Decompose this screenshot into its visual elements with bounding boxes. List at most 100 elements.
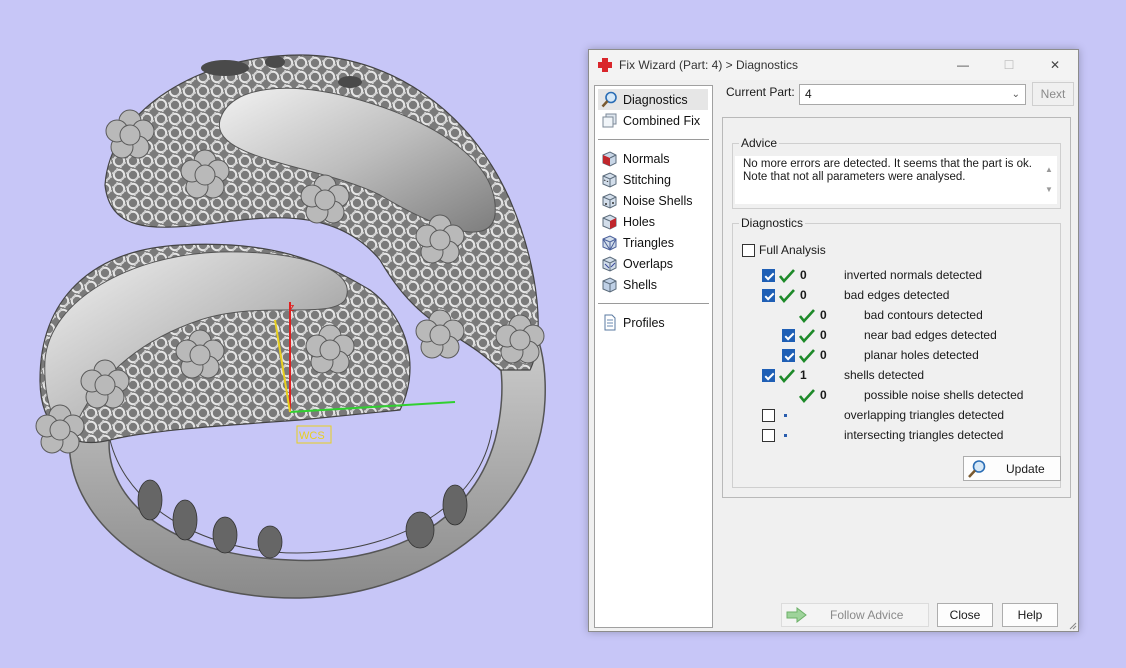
- magnifier-icon: [968, 459, 986, 478]
- maximize-button[interactable]: ☐: [986, 50, 1032, 80]
- nav-item-holes[interactable]: Holes: [595, 211, 712, 232]
- nav-item-shells[interactable]: Shells: [595, 274, 712, 295]
- profiles-document-icon: [604, 314, 616, 331]
- advice-line-1: No more errors are detected. It seems th…: [743, 158, 1032, 170]
- red-cross-app-icon: [598, 58, 612, 72]
- advice-line-2: Note that not all parameters were analys…: [743, 171, 966, 183]
- nav-item-label: Overlaps: [623, 256, 674, 271]
- diagnostic-label: possible noise shells detected: [864, 388, 1024, 402]
- minimize-button[interactable]: —: [940, 50, 986, 80]
- diagnostic-checkbox[interactable]: [762, 429, 775, 442]
- diagnostic-count: 0: [800, 288, 807, 302]
- checkmark-icon: [799, 389, 815, 404]
- nav-item-profiles[interactable]: Profiles: [595, 312, 712, 333]
- diagnostic-label: near bad edges detected: [864, 328, 997, 342]
- nav-item-triangles[interactable]: Triangles: [595, 232, 712, 253]
- diagnostic-label: overlapping triangles detected: [844, 408, 1005, 422]
- pending-dot-icon: [784, 414, 787, 417]
- noise-shells-cube-icon: [602, 193, 617, 209]
- diagnostic-row: 0 near bad edges detected: [733, 328, 1053, 344]
- next-button[interactable]: Next: [1032, 82, 1074, 106]
- overlaps-cube-icon: [602, 256, 617, 272]
- diagnostic-checkbox[interactable]: [762, 269, 775, 282]
- checkmark-icon: [799, 309, 815, 324]
- window-title: Fix Wizard (Part: 4) > Diagnostics: [619, 58, 799, 72]
- diagnostic-label: shells detected: [844, 368, 925, 382]
- triangles-cube-icon: [602, 235, 617, 251]
- close-button[interactable]: Close: [937, 603, 993, 627]
- diagnostic-label: bad contours detected: [864, 308, 983, 322]
- fix-wizard-dialog: Fix Wizard (Part: 4) > Diagnostics — ☐ ✕…: [588, 49, 1079, 632]
- diagnostic-label: inverted normals detected: [844, 268, 983, 282]
- pending-dot-icon: [784, 434, 787, 437]
- diagnostic-checkbox[interactable]: [762, 289, 775, 302]
- follow-advice-label: Follow Advice: [830, 608, 904, 622]
- follow-advice-button[interactable]: Follow Advice: [781, 603, 929, 627]
- checkmark-icon: [779, 289, 795, 304]
- checkmark-icon: [779, 369, 795, 384]
- nav-item-label: Normals: [623, 151, 670, 166]
- nav-item-label: Stitching: [623, 172, 671, 187]
- full-analysis-label: Full Analysis: [759, 243, 826, 257]
- arrow-right-icon: [786, 607, 807, 623]
- diagnostic-checkbox[interactable]: [762, 369, 775, 382]
- title-bar[interactable]: Fix Wizard (Part: 4) > Diagnostics — ☐ ✕: [589, 50, 1078, 80]
- diagnostic-row: 0 inverted normals detected: [733, 268, 1053, 284]
- close-window-button[interactable]: ✕: [1032, 50, 1078, 80]
- nav-item-diagnostics[interactable]: Diagnostics: [598, 89, 708, 110]
- diagnostic-row: 0 planar holes detected: [733, 348, 1053, 364]
- nav-separator: [598, 139, 709, 140]
- nav-item-label: Noise Shells: [623, 193, 693, 208]
- diagnostic-row: intersecting triangles detected: [733, 428, 1053, 444]
- diagnostic-count: 0: [820, 308, 827, 322]
- checkmark-icon: [799, 329, 815, 344]
- diagnostics-panel: Advice No more errors are detected. It s…: [722, 117, 1071, 498]
- current-part-label: Current Part:: [726, 85, 795, 99]
- nav-item-stitching[interactable]: Stitching: [595, 169, 712, 190]
- diagnostic-row: 0 bad contours detected: [733, 308, 1053, 324]
- update-button-label: Update: [1006, 461, 1045, 476]
- advice-text-box[interactable]: No more errors are detected. It seems th…: [735, 156, 1057, 204]
- nav-item-combined-fix[interactable]: Combined Fix: [595, 110, 712, 131]
- diagnostic-count: 1: [800, 368, 807, 382]
- nav-item-label: Diagnostics: [623, 92, 688, 107]
- shells-cube-icon: [602, 277, 617, 293]
- z-axis-label: z: [289, 302, 295, 314]
- help-button[interactable]: Help: [1002, 603, 1058, 627]
- 3d-viewport[interactable]: z WCS: [0, 0, 586, 668]
- nav-item-label: Holes: [623, 214, 655, 229]
- diagnostics-group: Diagnostics Full Analysis 0 inverted norm…: [732, 216, 1061, 488]
- diagnostic-label: bad edges detected: [844, 288, 950, 302]
- resize-grip-icon[interactable]: [1067, 620, 1077, 630]
- nav-item-label: Triangles: [623, 235, 674, 250]
- nav-item-normals[interactable]: Normals: [595, 148, 712, 169]
- nav-item-label: Combined Fix: [623, 113, 701, 128]
- diagnostic-label: intersecting triangles detected: [844, 428, 1004, 442]
- diagnostics-group-label: Diagnostics: [739, 216, 806, 230]
- update-button[interactable]: Update: [963, 456, 1061, 481]
- diagnostic-count: 0: [800, 268, 807, 282]
- diagnostic-count: 0: [820, 328, 827, 342]
- diagnostic-checkbox[interactable]: [782, 329, 795, 342]
- checkmark-icon: [799, 349, 815, 364]
- diagnostic-count: 0: [820, 348, 827, 362]
- current-part-select[interactable]: 4 ⌄: [799, 84, 1026, 105]
- diagnostic-count: 0: [820, 388, 827, 402]
- full-analysis-check-box[interactable]: [742, 243, 755, 257]
- nav-separator: [598, 303, 709, 304]
- checkmark-icon: [779, 269, 795, 284]
- nav-item-overlaps[interactable]: Overlaps: [595, 253, 712, 274]
- diagnostic-checkbox[interactable]: [782, 349, 795, 362]
- chevron-down-icon: ⌄: [1011, 89, 1020, 100]
- magnifier-icon: [601, 91, 617, 108]
- current-part-value: 4: [805, 87, 812, 101]
- diagnostic-checkbox[interactable]: [762, 409, 775, 422]
- advice-group-label: Advice: [739, 136, 780, 150]
- diagnostic-label: planar holes detected: [864, 348, 979, 362]
- diagnostic-row: overlapping triangles detected: [733, 408, 1053, 424]
- full-analysis-checkbox[interactable]: Full Analysis: [742, 243, 826, 257]
- nav-item-noise-shells[interactable]: Noise Shells: [595, 190, 712, 211]
- current-part-row: Current Part: 4 ⌄ Next: [726, 82, 1074, 107]
- ring-model-render: z WCS: [35, 54, 546, 599]
- advice-scrollbar[interactable]: ▲ ▼: [1044, 160, 1054, 200]
